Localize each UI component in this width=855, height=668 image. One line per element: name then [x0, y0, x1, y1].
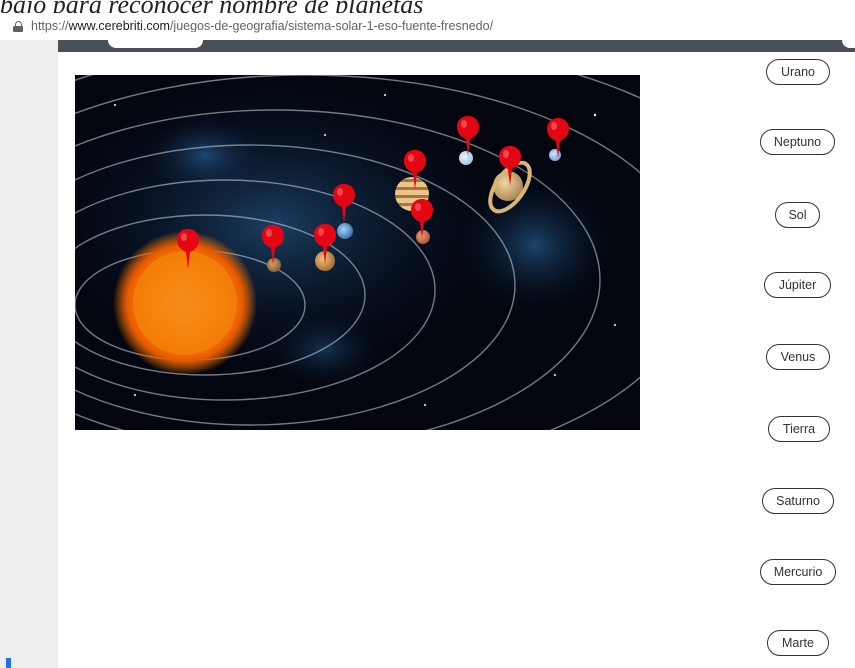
answer-option-tierra[interactable]: Tierra: [768, 416, 830, 442]
answer-option-sol[interactable]: Sol: [775, 202, 820, 228]
map-pin-icon[interactable]: [331, 182, 357, 226]
map-pin-icon[interactable]: [260, 223, 286, 267]
sidebar-accent: [6, 658, 11, 668]
map-pin-icon[interactable]: [175, 227, 201, 271]
solar-system-image: [75, 75, 640, 430]
map-pin-icon[interactable]: [312, 222, 338, 266]
header-pill-right[interactable]: [842, 32, 855, 48]
site-header-bar: [58, 32, 855, 52]
url-path: /juegos-de-geografia/sistema-solar-1-eso…: [169, 19, 494, 33]
lock-icon: [13, 20, 23, 32]
answer-option-saturno[interactable]: Saturno: [762, 488, 834, 514]
url-scheme: https://: [31, 19, 69, 33]
url-host: www.cerebriti.com: [68, 19, 170, 33]
url-text[interactable]: https://www.cerebriti.com/juegos-de-geog…: [31, 19, 493, 33]
map-pin-icon[interactable]: [497, 144, 523, 188]
map-pin-icon[interactable]: [545, 116, 571, 160]
answer-option-jupiter[interactable]: Júpiter: [764, 272, 831, 298]
map-pin-icon[interactable]: [455, 114, 481, 158]
answer-option-neptuno[interactable]: Neptuno: [760, 129, 835, 155]
answer-option-urano[interactable]: Urano: [766, 59, 830, 85]
answer-option-mercurio[interactable]: Mercurio: [760, 559, 836, 585]
answer-option-marte[interactable]: Marte: [767, 630, 829, 656]
header-search-pill[interactable]: [108, 32, 203, 48]
left-sidebar: [0, 40, 58, 668]
map-pin-icon[interactable]: [409, 197, 435, 241]
answer-option-venus[interactable]: Venus: [766, 344, 830, 370]
map-pin-icon[interactable]: [402, 148, 428, 192]
